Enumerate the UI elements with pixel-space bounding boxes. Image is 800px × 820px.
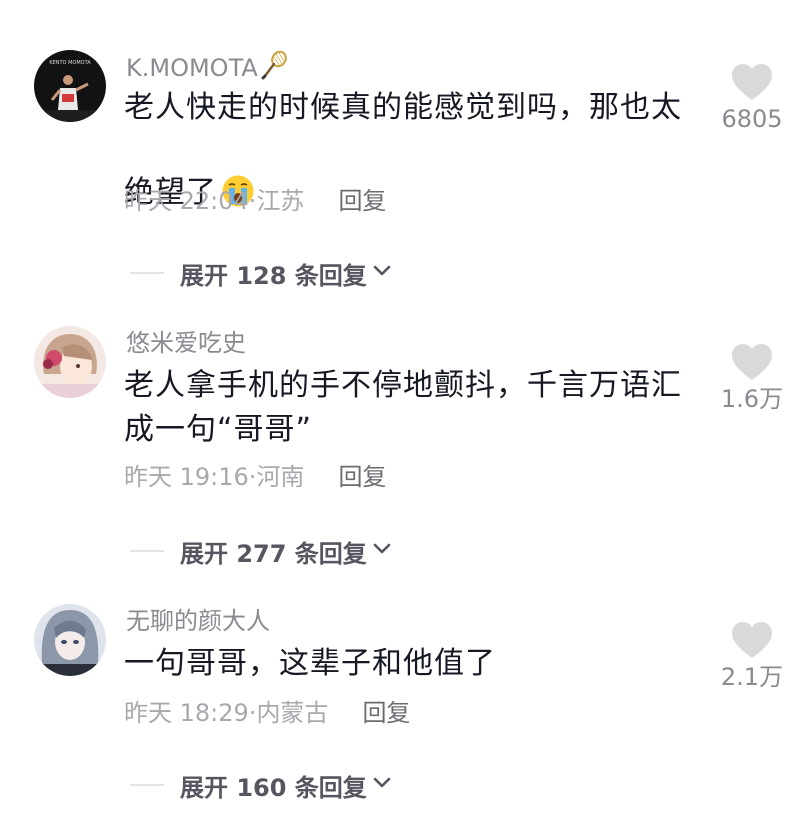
timestamp: 昨天 18:29 [124,699,249,727]
like-button[interactable]: 1.6万 [712,342,792,414]
expand-replies-label: 展开 128 条回复 [180,261,367,290]
comment-text: 老人拿手机的手不停地颤抖，千言万语汇 成一句“哥哥” [124,368,682,447]
expand-replies-button[interactable]: 展开 277 条回复 [130,536,393,568]
username-text: 悠米爱吃史 [126,329,246,357]
divider-line [130,784,164,786]
comment-meta: 昨天 18:29·内蒙古 回复 [124,698,410,728]
reply-button[interactable]: 回复 [362,699,410,727]
comment-text: 一句哥哥，这辈子和他值了 [124,646,496,681]
expand-replies-button[interactable]: 展开 160 条回复 [130,770,393,802]
username-text: K.MOMOTA [126,54,258,82]
avatar[interactable] [34,326,106,398]
chevron-down-icon [371,541,393,561]
chevron-down-icon [371,263,393,283]
timestamp: 昨天 22:04 [124,187,249,215]
location: 江苏 [256,187,305,215]
like-count: 6805 [721,105,783,133]
location: 河南 [256,463,305,491]
username-text: 无聊的颜大人 [126,607,270,635]
reply-button[interactable]: 回复 [338,187,386,215]
reply-button[interactable]: 回复 [338,463,386,491]
like-button[interactable]: 2.1万 [712,620,792,692]
location: 内蒙古 [256,699,329,727]
timestamp: 昨天 19:16 [124,463,249,491]
heart-icon [732,64,772,100]
chevron-down-icon [371,775,393,795]
comment-meta: 昨天 22:04·江苏 回复 [124,186,386,216]
badminton-racket-icon [260,50,288,87]
expand-replies-label: 展开 160 条回复 [180,773,367,802]
avatar[interactable] [34,604,106,676]
like-count: 2.1万 [720,663,784,691]
username[interactable]: 悠米爱吃史 [126,328,246,358]
heart-icon [732,622,772,658]
expand-replies-button[interactable]: 展开 128 条回复 [130,258,393,290]
divider-line [130,550,164,552]
divider-line [130,272,164,274]
expand-replies-label: 展开 277 条回复 [180,539,367,568]
svg-text:KENTO MOMOTA: KENTO MOMOTA [49,60,91,66]
avatar[interactable]: KENTO MOMOTA [34,50,106,122]
username[interactable]: 无聊的颜大人 [126,606,270,636]
heart-icon [732,344,772,380]
username[interactable]: K.MOMOTA [126,50,288,87]
like-count: 1.6万 [720,385,784,413]
like-button[interactable]: 6805 [712,62,792,134]
comment-meta: 昨天 19:16·河南 回复 [124,462,386,492]
